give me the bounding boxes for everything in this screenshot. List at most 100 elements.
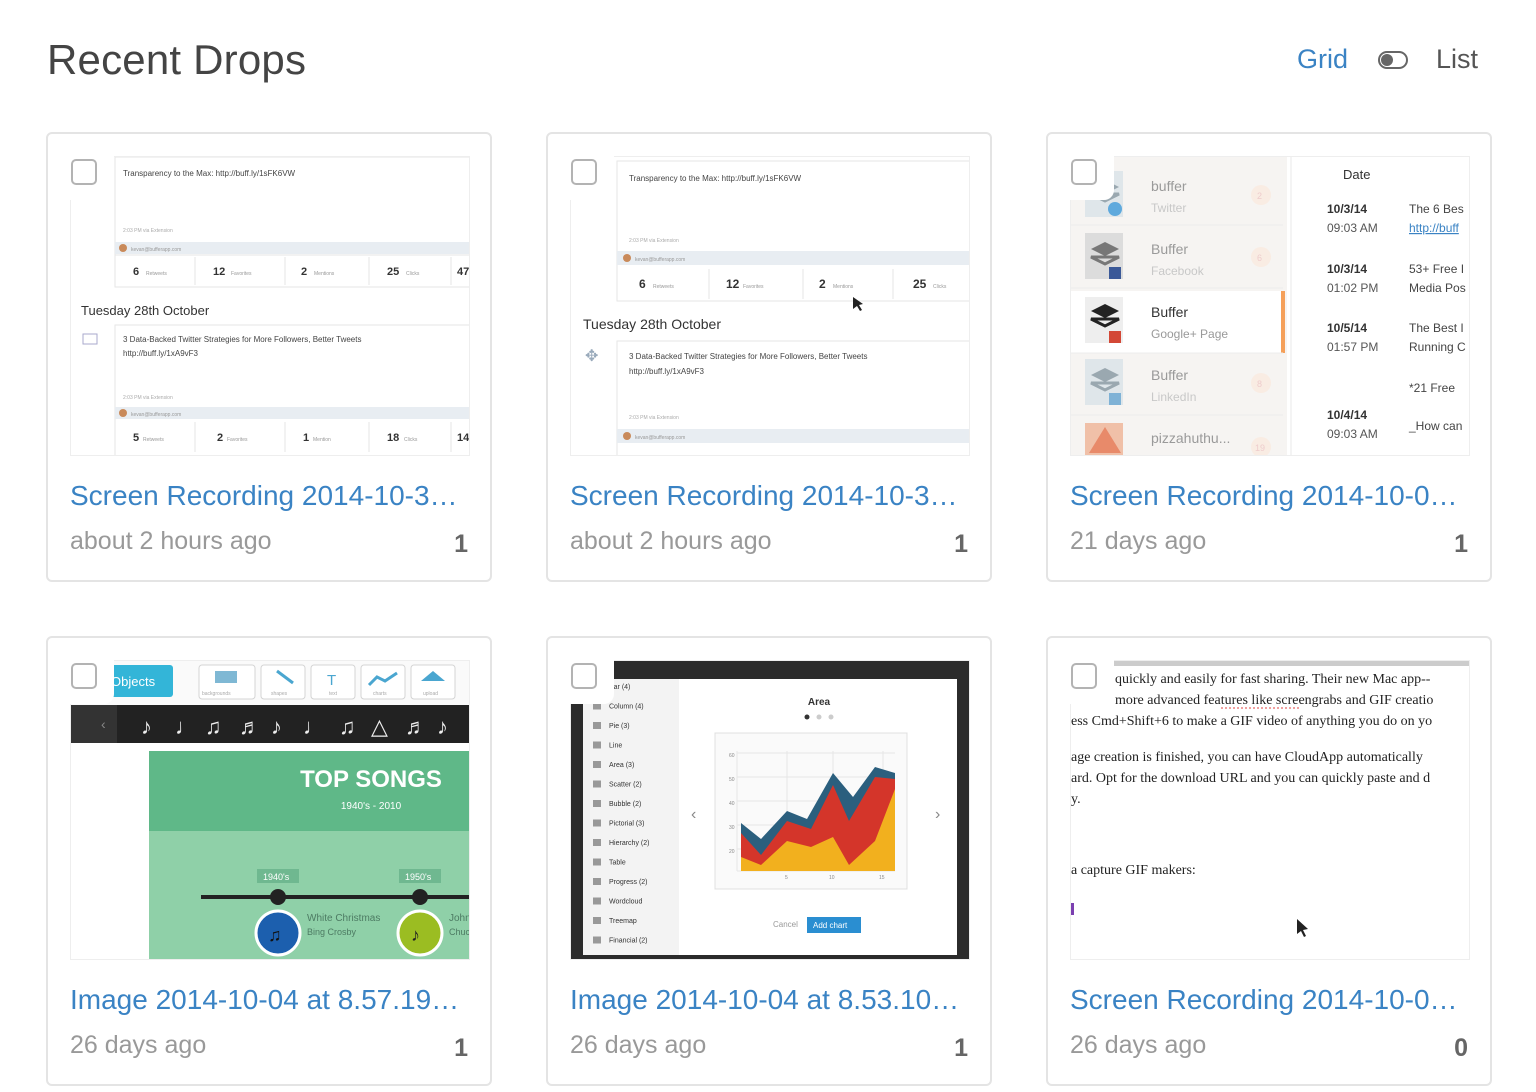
drop-card[interactable]: Bar (4) Column (4) Pie (3) Line Area (3) Scat… [546, 636, 992, 1086]
chart-type-icon [593, 741, 601, 749]
svg-text:2:03 PM via Extension: 2:03 PM via Extension [629, 415, 679, 421]
chart-type-icon [593, 936, 601, 944]
drop-title[interactable]: Image 2014-10-04 at 8.57.19… [70, 984, 470, 1016]
drop-card[interactable]: buffer Twitter 2 Buffer Facebook 6 Buffe… [1046, 132, 1492, 582]
svg-text:Retweets: Retweets [146, 271, 167, 277]
drop-card[interactable]: Transparency to the Max: http://buff.ly/… [46, 132, 492, 582]
svg-text:53+ Free I: 53+ Free I [1409, 262, 1464, 276]
svg-text:19: 19 [1255, 443, 1265, 453]
drop-thumbnail[interactable]: Transparency to the Max: http://buff.ly/… [70, 156, 470, 456]
drop-card[interactable]: Transparency to the Max: http://buff.ly/… [546, 132, 992, 582]
drop-thumbnail[interactable]: quickly and easily for fast sharing. The… [1070, 660, 1470, 960]
drop-thumbnail[interactable]: Objects T backgrounds shapes text charts… [70, 660, 470, 960]
drop-thumbnail[interactable]: Transparency to the Max: http://buff.ly/… [570, 156, 970, 456]
svg-text:2: 2 [301, 266, 307, 278]
view-switch[interactable] [1377, 50, 1408, 69]
svg-text:Area: Area [808, 697, 831, 708]
drop-thumbnail[interactable]: Bar (4) Column (4) Pie (3) Line Area (3) Scat… [570, 660, 970, 960]
svg-text:1: 1 [303, 432, 309, 444]
select-checkbox[interactable] [71, 663, 97, 689]
svg-text:*21 Free: *21 Free [1409, 381, 1455, 395]
svg-text:18: 18 [387, 432, 399, 444]
view-count: 0 [1454, 1034, 1468, 1062]
svg-text:10/4/14: 10/4/14 [1327, 408, 1367, 422]
chart-type-icon [593, 800, 601, 807]
svg-text:2:03 PM via Extension: 2:03 PM via Extension [123, 228, 173, 234]
svg-text:14: 14 [457, 432, 470, 444]
svg-text:Transparency to the Max: http:: Transparency to the Max: http://buff.ly/… [123, 169, 296, 178]
svg-text:ard. Opt for the download URL: ard. Opt for the download URL and you ca… [1071, 771, 1430, 786]
svg-text:♪: ♪ [437, 714, 448, 739]
svg-text:♫: ♫ [205, 714, 222, 739]
chart-type-item: Scatter (2) [609, 782, 642, 789]
svg-text:_How can: _How can [1408, 419, 1462, 433]
svg-text:text: text [329, 691, 338, 697]
svg-text:pizzahuthu...: pizzahuthu... [1151, 430, 1230, 446]
svg-text:✥: ✥ [585, 348, 598, 365]
svg-text:6: 6 [639, 277, 646, 291]
checkbox-wrap [1070, 660, 1114, 704]
view-count: 1 [454, 530, 468, 558]
drop-age: 26 days ago [570, 1031, 707, 1059]
checkbox-wrap [70, 660, 114, 704]
svg-text:Favorites: Favorites [743, 284, 764, 290]
svg-text:50: 50 [729, 777, 735, 783]
svg-text:kevan@bufferapp.com: kevan@bufferapp.com [635, 257, 685, 263]
svg-text:Cancel: Cancel [773, 920, 798, 929]
chart-type-icon [593, 819, 601, 827]
svg-text:Tuesday 28th October: Tuesday 28th October [81, 303, 210, 318]
drop-title[interactable]: Screen Recording 2014-10-0… [1070, 984, 1470, 1016]
drop-title[interactable]: Image 2014-10-04 at 8.53.10… [570, 984, 970, 1016]
grid-view-option[interactable]: Grid [1297, 44, 1348, 75]
view-count: 1 [454, 1034, 468, 1062]
svg-text:♬: ♬ [239, 714, 261, 739]
select-checkbox[interactable] [571, 159, 597, 185]
chart-type-item: Pie (3) [609, 723, 630, 730]
chart-type-icon [593, 917, 601, 924]
svg-text:09:03 AM: 09:03 AM [1327, 221, 1378, 235]
svg-text:♪: ♪ [141, 714, 152, 739]
svg-text:‹: ‹ [691, 806, 696, 823]
chart-type-icon [593, 839, 601, 846]
svg-text:Retweets: Retweets [653, 284, 674, 290]
svg-text:♫: ♫ [268, 925, 282, 945]
chart-type-icon [593, 878, 601, 885]
drop-title[interactable]: Screen Recording 2014-10-3… [70, 480, 470, 512]
checkbox-wrap [70, 156, 114, 200]
drop-card[interactable]: Objects T backgrounds shapes text charts… [46, 636, 492, 1086]
drop-thumbnail[interactable]: buffer Twitter 2 Buffer Facebook 6 Buffe… [1070, 156, 1470, 456]
chart-type-item: Wordcloud [609, 899, 642, 906]
svg-text:charts: charts [373, 691, 387, 697]
svg-text:♪: ♪ [411, 925, 420, 945]
svg-text:47: 47 [457, 266, 469, 278]
page-title: Recent Drops [47, 36, 307, 83]
drop-title[interactable]: Screen Recording 2014-10-3… [570, 480, 970, 512]
svg-text:Favorites: Favorites [227, 437, 248, 443]
svg-text:Mentions: Mentions [833, 284, 854, 290]
select-checkbox[interactable] [1071, 663, 1097, 689]
svg-text:The Best I: The Best I [1409, 321, 1464, 335]
svg-text:10/3/14: 10/3/14 [1327, 262, 1367, 276]
svg-text:09:03 AM: 09:03 AM [1327, 427, 1378, 441]
list-view-option[interactable]: List [1436, 44, 1478, 75]
svg-text:Clicks: Clicks [404, 437, 418, 443]
checkbox-wrap [1070, 156, 1114, 200]
drop-card[interactable]: quickly and easily for fast sharing. The… [1046, 636, 1492, 1086]
svg-text:kevan@bufferapp.com: kevan@bufferapp.com [131, 412, 181, 418]
checkbox-wrap [570, 660, 614, 704]
svg-text:Mention: Mention [313, 437, 331, 443]
drop-title[interactable]: Screen Recording 2014-10-0… [1070, 480, 1470, 512]
chart-type-item: Table [609, 860, 626, 867]
svg-text:8: 8 [1257, 379, 1262, 389]
svg-text:Transparency to the Max: http:: Transparency to the Max: http://buff.ly/… [629, 174, 802, 183]
select-checkbox[interactable] [571, 663, 597, 689]
svg-text:Media Pos: Media Pos [1409, 281, 1466, 295]
svg-text:more advanced features like sc: more advanced features like screengrabs … [1115, 693, 1433, 708]
chart-type-item: Column (4) [609, 704, 644, 711]
select-checkbox[interactable] [1071, 159, 1097, 185]
svg-text:♪: ♪ [271, 714, 282, 739]
select-checkbox[interactable] [71, 159, 97, 185]
svg-text:Buffer: Buffer [1151, 304, 1188, 320]
svg-text:40: 40 [729, 801, 735, 807]
svg-text:30: 30 [729, 825, 735, 831]
